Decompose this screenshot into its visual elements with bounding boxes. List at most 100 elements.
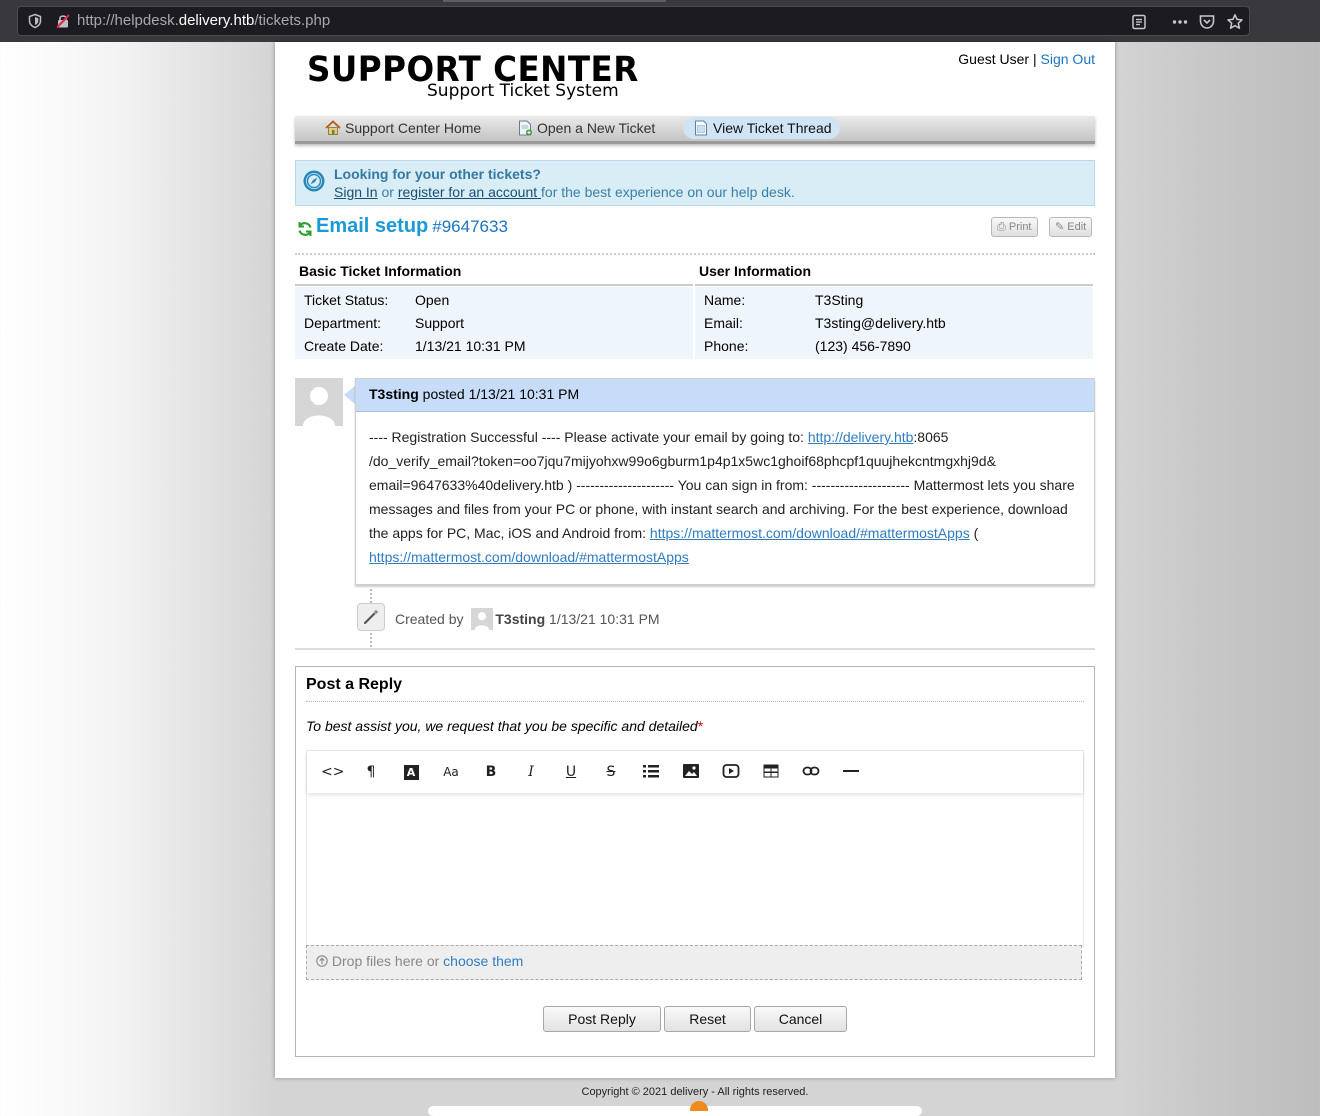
message-text: the apps for PC, Mac, iOS and Android fr…: [369, 525, 650, 541]
new-ticket-icon: [519, 120, 532, 136]
editor-toolbar: <> ¶ A Aa B I U S: [307, 751, 1083, 793]
notice-or: or: [377, 184, 398, 200]
ticket-subject[interactable]: Email setup #9647633: [316, 215, 508, 238]
required-mark: *: [697, 718, 704, 734]
choose-files-link[interactable]: choose them: [443, 953, 523, 969]
guest-user-label: Guest User: [958, 51, 1030, 67]
print-button[interactable]: ⎙ Print: [991, 217, 1038, 237]
nav-label-ticket-thread: View Ticket Thread: [713, 120, 832, 136]
refresh-icon[interactable]: [297, 221, 313, 237]
notice-body: Sign In or register for an account for t…: [334, 184, 795, 200]
nav-view-ticket-thread[interactable]: View Ticket Thread: [683, 117, 840, 139]
url-path: /tickets.php: [254, 12, 331, 29]
browser-toolbar: http://helpdesk.delivery.htb/tickets.php: [0, 0, 1320, 42]
thread-posted: posted 1/13/21 10:31 PM: [418, 386, 580, 402]
user-info-header: User Information: [695, 262, 1093, 286]
event-author: T3sting: [495, 611, 546, 627]
user-silhouette-icon: [295, 378, 343, 426]
event-created-by: Created by: [395, 611, 464, 627]
info-row-phone: Phone: (123) 456-7890: [695, 335, 1093, 358]
reader-view-icon[interactable]: [1130, 13, 1148, 31]
basic-ticket-info: Basic Ticket Information Ticket Status: …: [295, 262, 693, 359]
rich-text-editor[interactable]: <> ¶ A Aa B I U S: [306, 750, 1084, 947]
thread-entry-header: T3sting posted 1/13/21 10:31 PM: [356, 379, 1094, 412]
info-value: (123) 456-7890: [815, 338, 911, 354]
info-value: Support: [415, 315, 465, 331]
page-container: SUPPORT CENTER Support Ticket System Gue…: [275, 42, 1115, 1078]
footer-strip: [428, 1106, 922, 1116]
url-host: delivery.htb: [178, 12, 255, 29]
post-reply-button[interactable]: Post Reply: [543, 1006, 661, 1032]
ticket-subject-text: Email setup: [316, 215, 429, 237]
tracking-shield-icon[interactable]: [27, 13, 43, 29]
link-icon[interactable]: [801, 762, 821, 782]
url-prefix: http://helpdesk.: [77, 12, 179, 29]
mattermost-link-2[interactable]: https://mattermost.com/download/#matterm…: [369, 549, 689, 565]
strikethrough-icon[interactable]: S: [601, 762, 621, 782]
user-info-body: Name: T3Sting Email: T3sting@delivery.ht…: [695, 287, 1093, 359]
insecure-lock-icon[interactable]: [55, 13, 71, 29]
compass-icon: [303, 170, 325, 192]
user-silhouette-icon: [475, 612, 490, 630]
video-icon[interactable]: [721, 762, 741, 782]
mattermost-link[interactable]: https://mattermost.com/download/#matterm…: [650, 525, 970, 541]
message-line: ---- Registration Successful ---- Please…: [369, 425, 1083, 449]
info-row-create-date: Create Date: 1/13/21 10:31 PM: [295, 335, 693, 358]
bookmark-star-icon[interactable]: [1226, 13, 1244, 31]
info-key: Email:: [704, 315, 743, 331]
info-key: Name:: [704, 292, 746, 308]
sign-in-link[interactable]: Sign In: [334, 184, 378, 200]
reply-divider: [306, 701, 1084, 702]
register-link[interactable]: register for an account: [398, 184, 541, 200]
font-color-icon[interactable]: A: [401, 762, 421, 782]
edit-button[interactable]: ✎ Edit: [1049, 217, 1093, 237]
sign-out-link[interactable]: Sign Out: [1041, 51, 1095, 67]
delivery-link[interactable]: http://delivery.htb: [808, 429, 914, 445]
image-icon[interactable]: [681, 762, 701, 782]
info-row-email: Email: T3sting@delivery.htb: [695, 312, 1093, 335]
nav-label-new-ticket: Open a New Ticket: [537, 120, 656, 136]
more-actions-icon[interactable]: [1171, 13, 1189, 31]
reset-button[interactable]: Reset: [664, 1006, 751, 1032]
cancel-button[interactable]: Cancel: [754, 1006, 847, 1032]
event-description: Created by T3sting 1/13/21 10:31 PM: [395, 608, 660, 630]
file-dropzone[interactable]: Drop files here or choose them: [306, 945, 1082, 980]
post-reply-form: Post a Reply To best assist you, we requ…: [295, 666, 1095, 1057]
thread-separator: [295, 648, 1095, 650]
nav-label-home: Support Center Home: [345, 120, 482, 136]
user-bar: Guest User | Sign Out: [958, 51, 1095, 67]
tab-indicator: [443, 0, 666, 2]
event-avatar: [471, 608, 494, 630]
table-icon[interactable]: [761, 762, 781, 782]
address-bar[interactable]: http://helpdesk.delivery.htb/tickets.php: [17, 6, 1250, 36]
notice-title: Looking for your other tickets?: [334, 166, 541, 182]
thread-entry-body: ---- Registration Successful ---- Please…: [369, 425, 1083, 569]
info-value: T3sting@delivery.htb: [815, 315, 946, 331]
ticket-title-row: Email setup #9647633 ⎙ Print ✎ Edit: [295, 215, 1095, 255]
message-line: messages and files from your PC or phone…: [369, 501, 1068, 517]
italic-icon[interactable]: I: [521, 762, 541, 782]
reply-title: Post a Reply: [306, 676, 403, 693]
paragraph-icon[interactable]: ¶: [361, 762, 381, 782]
pocket-icon[interactable]: [1198, 13, 1216, 31]
edit-label: Edit: [1067, 221, 1087, 233]
home-icon: [325, 120, 341, 135]
horizontal-rule-icon[interactable]: [841, 762, 861, 782]
font-size-icon[interactable]: Aa: [441, 762, 461, 782]
url-text[interactable]: http://helpdesk.delivery.htb/tickets.php: [77, 12, 330, 29]
nav-support-center-home[interactable]: Support Center Home: [315, 117, 489, 139]
user-information: User Information Name: T3Sting Email: T3…: [695, 262, 1093, 359]
other-tickets-notice: Looking for your other tickets? Sign In …: [295, 160, 1095, 206]
message-line: /do_verify_email?token=oo7jqu7mijyohxw99…: [369, 453, 996, 469]
upload-icon: [316, 953, 332, 969]
edit-icon: ✎: [1055, 221, 1065, 233]
nav-open-new-ticket[interactable]: Open a New Ticket: [507, 117, 663, 139]
bold-icon[interactable]: B: [481, 762, 501, 782]
ticket-thread-icon: [695, 120, 707, 136]
underline-icon[interactable]: U: [561, 762, 581, 782]
code-view-icon[interactable]: <>: [321, 762, 344, 782]
list-icon[interactable]: [641, 762, 661, 782]
message-line: the apps for PC, Mac, iOS and Android fr…: [369, 521, 1083, 545]
info-value: T3Sting: [815, 292, 864, 308]
avatar: [295, 378, 343, 426]
